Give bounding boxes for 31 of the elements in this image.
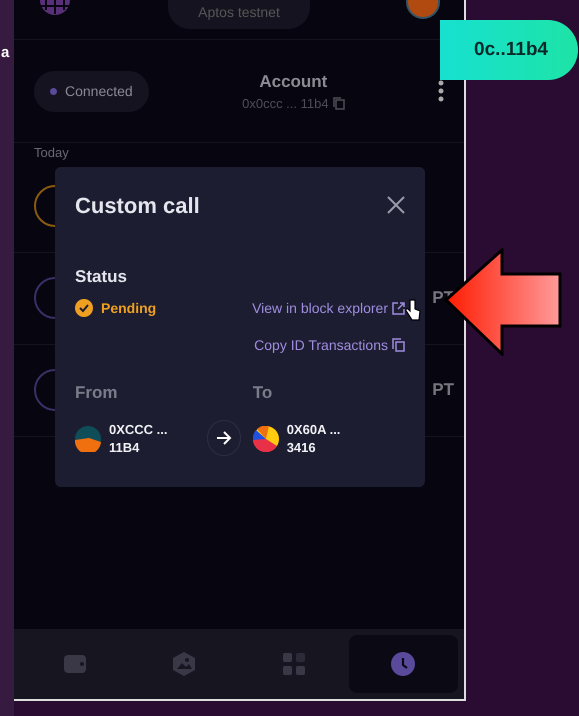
account-address: 0x0ccc ... 11b4 xyxy=(242,95,329,113)
avatar-icon[interactable] xyxy=(406,0,440,20)
connection-status: Connected xyxy=(34,70,149,112)
status-text: Pending xyxy=(101,298,156,318)
close-icon xyxy=(387,196,405,214)
nav-tab[interactable] xyxy=(348,635,458,693)
party-address: 0XCCC ... 11B4 xyxy=(109,421,168,456)
party-heading: To xyxy=(252,382,274,404)
copy-icon xyxy=(392,338,405,352)
hand-cursor-icon xyxy=(405,298,421,322)
avatar-icon xyxy=(252,426,279,452)
copy-id-link[interactable]: Copy ID Transactions xyxy=(254,334,405,356)
copy-icon[interactable] xyxy=(332,97,345,110)
check-icon xyxy=(75,299,93,317)
status-heading: Status xyxy=(75,266,128,288)
explorer-link[interactable]: View in block explorer xyxy=(252,298,405,318)
address-button[interactable]: 0c..11b4 xyxy=(440,20,578,80)
transaction-amount: PT xyxy=(432,379,454,402)
arrow-right-icon xyxy=(216,431,232,446)
edge-text: a xyxy=(1,43,10,63)
account-title: Account xyxy=(258,70,328,92)
party-address: 0X60A ... 3416 xyxy=(286,421,340,456)
more-icon[interactable] xyxy=(438,80,444,102)
image-icon xyxy=(171,651,198,677)
section-label: Today xyxy=(33,144,70,161)
party-heading: From xyxy=(75,382,118,404)
apps-icon xyxy=(280,651,307,677)
avatar-icon xyxy=(75,426,101,452)
dialog-title: Custom call xyxy=(75,192,200,220)
external-link-icon xyxy=(392,302,405,314)
clock-icon xyxy=(390,651,416,677)
